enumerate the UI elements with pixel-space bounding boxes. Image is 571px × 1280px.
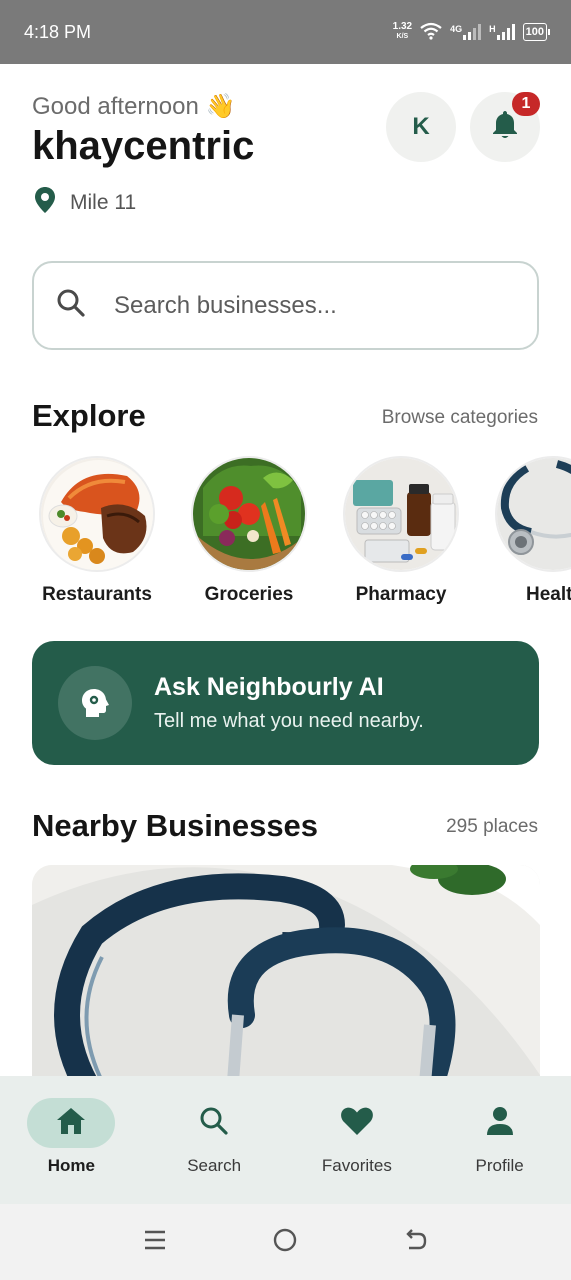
nav-favorites-pill bbox=[313, 1098, 401, 1148]
nav-profile-label: Profile bbox=[475, 1156, 524, 1175]
signal-h-icon: H bbox=[489, 24, 515, 40]
nav-favorites[interactable]: Favorites bbox=[292, 1098, 422, 1176]
app-screen: 4:18 PM 1.32 K/S 4G H 100 Good afternoon… bbox=[0, 0, 571, 1280]
nav-search[interactable]: Search bbox=[149, 1098, 279, 1176]
status-icons: 1.32 K/S 4G H 100 bbox=[393, 22, 551, 43]
search-icon bbox=[199, 1106, 229, 1141]
avatar[interactable]: K bbox=[386, 92, 456, 162]
ai-brain-icon bbox=[58, 666, 132, 740]
business-card-image bbox=[32, 865, 540, 1095]
home-circle-button[interactable] bbox=[272, 1227, 298, 1258]
nav-profile-pill bbox=[456, 1098, 544, 1148]
nav-search-pill bbox=[170, 1098, 258, 1148]
category-restaurants[interactable]: Restaurants bbox=[32, 456, 162, 606]
nearby-count: 295 places bbox=[446, 816, 538, 837]
home-icon bbox=[55, 1106, 87, 1141]
health-image bbox=[495, 456, 571, 572]
recent-apps-button[interactable] bbox=[143, 1229, 167, 1256]
ai-banner-title: Ask Neighbourly AI bbox=[154, 673, 384, 701]
network-speed-unit: K/S bbox=[396, 33, 409, 40]
network-speed-value: 1.32 bbox=[392, 21, 413, 32]
signal-4g-icon: 4G bbox=[450, 24, 482, 40]
nav-home[interactable]: Home bbox=[6, 1098, 136, 1176]
category-label: Pharmacy bbox=[355, 584, 447, 605]
business-card[interactable] bbox=[32, 865, 540, 1095]
category-label: Groceries bbox=[204, 584, 294, 605]
nav-favorites-label: Favorites bbox=[321, 1156, 392, 1175]
system-navigation-bar bbox=[0, 1204, 571, 1280]
notifications-button[interactable]: 1 bbox=[470, 92, 540, 162]
search-bar[interactable] bbox=[32, 261, 539, 350]
explore-title: Explore bbox=[32, 398, 146, 433]
back-button[interactable] bbox=[403, 1228, 429, 1257]
ask-ai-banner[interactable]: Ask Neighbourly AI Tell me what you need… bbox=[32, 641, 539, 765]
nearby-title: Nearby Businesses bbox=[32, 808, 319, 843]
category-label: Restaurants bbox=[42, 584, 152, 605]
battery-level: 100 bbox=[525, 26, 544, 38]
nav-home-pill bbox=[27, 1098, 116, 1148]
avatar-initial: K bbox=[412, 113, 430, 140]
nav-home-label: Home bbox=[47, 1156, 95, 1175]
location-selector[interactable]: Mile 11 bbox=[34, 186, 136, 220]
groceries-image bbox=[191, 456, 307, 572]
ai-banner-text: Ask Neighbourly AI Tell me what you need… bbox=[154, 673, 424, 733]
heart-icon bbox=[340, 1106, 374, 1141]
person-icon bbox=[486, 1106, 514, 1141]
status-bar: 4:18 PM 1.32 K/S 4G H 100 bbox=[0, 0, 571, 64]
nav-search-label: Search bbox=[187, 1156, 242, 1175]
category-health[interactable]: Healt bbox=[488, 456, 571, 606]
location-label: Mile 11 bbox=[70, 191, 137, 214]
username: khaycentric bbox=[32, 124, 255, 168]
bottom-navigation: Home Search Favorites Profile bbox=[0, 1076, 571, 1204]
battery-icon: 100 bbox=[522, 23, 551, 41]
notification-badge: 1 bbox=[512, 92, 540, 116]
category-groceries[interactable]: Groceries bbox=[184, 456, 314, 606]
search-input[interactable] bbox=[114, 291, 494, 320]
category-list: Restaurants Groceries Pharmacy Healt bbox=[0, 456, 571, 616]
restaurants-image bbox=[39, 456, 155, 572]
network-4g-label: 4G bbox=[450, 24, 463, 34]
greeting-text: Good afternoon 👋 bbox=[32, 93, 236, 120]
bell-icon bbox=[491, 109, 519, 146]
browse-categories-link[interactable]: Browse categories bbox=[382, 407, 538, 429]
search-icon bbox=[56, 288, 86, 323]
nav-profile[interactable]: Profile bbox=[435, 1098, 565, 1176]
status-time: 4:18 PM bbox=[24, 21, 92, 42]
pharmacy-image bbox=[343, 456, 459, 572]
network-speed: 1.32 K/S bbox=[393, 22, 412, 42]
category-pharmacy[interactable]: Pharmacy bbox=[336, 456, 466, 606]
network-h-label: H bbox=[489, 24, 496, 34]
category-label: Healt bbox=[526, 584, 571, 605]
location-pin-icon bbox=[34, 186, 56, 220]
ai-banner-subtitle: Tell me what you need nearby. bbox=[154, 710, 424, 732]
wifi-icon bbox=[420, 22, 442, 43]
